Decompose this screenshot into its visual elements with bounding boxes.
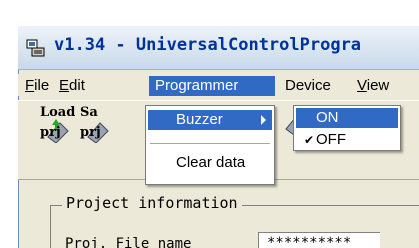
menu-item-buzzer[interactable]: Buzzer	[148, 110, 272, 130]
title-bar: v1.34 - UniversalControlProgra	[18, 26, 419, 70]
project-file-name-field[interactable]: **********	[258, 232, 380, 248]
group-title: Project information	[62, 194, 242, 212]
programmer-menu: Buzzer Clear data	[145, 105, 275, 185]
submenu-item-on[interactable]: ON	[296, 108, 398, 128]
menu-device[interactable]: Device	[279, 76, 337, 96]
menu-view[interactable]: View	[351, 76, 395, 96]
buzzer-submenu: ON ✔ OFF	[293, 105, 401, 151]
submenu-item-off[interactable]: ✔ OFF	[296, 130, 398, 150]
project-file-name-value: **********	[267, 235, 352, 248]
load-project-button[interactable]: Load prj	[36, 105, 76, 143]
window-title: v1.34 - UniversalControlProgra	[54, 35, 362, 55]
menu-item-clear-data[interactable]: Clear data	[148, 153, 272, 173]
save-project-button[interactable]: Sa prj	[76, 105, 116, 143]
menu-edit[interactable]: Edit	[53, 76, 91, 96]
group-box-border-left	[50, 205, 51, 248]
checkmark-icon: ✔	[304, 133, 315, 147]
submenu-arrow-icon	[261, 115, 266, 125]
app-icon	[26, 39, 45, 57]
menu-programmer[interactable]: Programmer	[149, 76, 275, 96]
menu-bar: File Edit Programmer Device View	[18, 74, 419, 96]
menu-file[interactable]: File	[19, 76, 55, 96]
menu-separator	[150, 143, 270, 144]
project-file-name-label: Proj. File name	[65, 236, 192, 248]
